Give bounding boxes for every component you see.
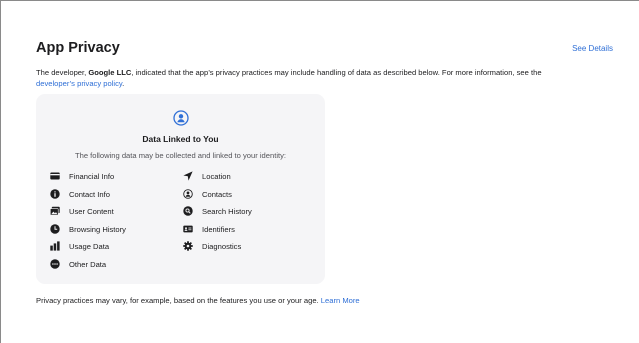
photo-icon — [50, 206, 60, 216]
card-subtitle: The following data may be collected and … — [74, 151, 287, 160]
data-item-label: Contact Info — [69, 189, 110, 199]
data-item-label: Contacts — [202, 189, 232, 199]
location-arrow-icon — [183, 171, 193, 181]
data-item-label: Other Data — [69, 259, 107, 269]
description-prefix: The developer, — [36, 68, 89, 77]
gear-icon — [183, 241, 193, 251]
data-item-location: Location — [183, 170, 231, 182]
id-card-icon — [183, 225, 193, 233]
data-item-contact-info: Contact Info — [50, 188, 110, 200]
data-item-label: Browsing History — [69, 224, 126, 234]
search-circle-icon — [183, 206, 193, 216]
person-circle-icon — [173, 110, 189, 126]
data-item-user-content: User Content — [50, 205, 114, 217]
credit-card-icon — [50, 172, 60, 180]
data-item-financial-info: Financial Info — [50, 170, 114, 182]
data-item-usage-data: Usage Data — [50, 240, 109, 252]
card-title: Data Linked to You — [142, 134, 219, 144]
privacy-policy-link[interactable]: developer’s privacy policy — [36, 79, 122, 88]
data-item-browsing-history: Browsing History — [50, 223, 126, 235]
info-circle-icon — [50, 189, 60, 199]
privacy-description: The developer, Google LLC, indicated tha… — [36, 67, 616, 89]
data-item-label: Usage Data — [69, 241, 110, 251]
data-item-other-data: Other Data — [50, 258, 106, 270]
data-item-label: Location — [202, 171, 231, 181]
data-item-label: Identifiers — [202, 224, 235, 234]
clock-icon — [50, 224, 60, 234]
data-linked-card: Data Linked to You The following data ma… — [36, 94, 325, 284]
person-circle-icon — [183, 189, 193, 199]
data-item-label: Search History — [202, 206, 252, 216]
learn-more-link[interactable]: Learn More — [321, 296, 360, 305]
data-item-label: Financial Info — [69, 171, 115, 181]
more-circle-icon — [50, 259, 60, 269]
bar-chart-icon — [50, 241, 60, 251]
description-suffix: . — [122, 79, 125, 88]
data-item-label: User Content — [69, 206, 114, 216]
data-item-contacts: Contacts — [183, 188, 232, 200]
footer-text: Privacy practices may vary, for example,… — [36, 296, 319, 305]
data-item-label: Diagnostics — [202, 241, 242, 251]
description-middle: , indicated that the app’s privacy pract… — [131, 68, 542, 77]
data-item-diagnostics: Diagnostics — [183, 240, 241, 252]
section-title: App Privacy — [36, 40, 120, 56]
data-item-identifiers: Identifiers — [183, 223, 235, 235]
privacy-footer: Privacy practices may vary, for example,… — [36, 296, 360, 305]
data-item-search-history: Search History — [183, 205, 252, 217]
developer-name: Google LLC — [88, 68, 132, 77]
see-details-link[interactable]: See Details — [572, 44, 613, 53]
